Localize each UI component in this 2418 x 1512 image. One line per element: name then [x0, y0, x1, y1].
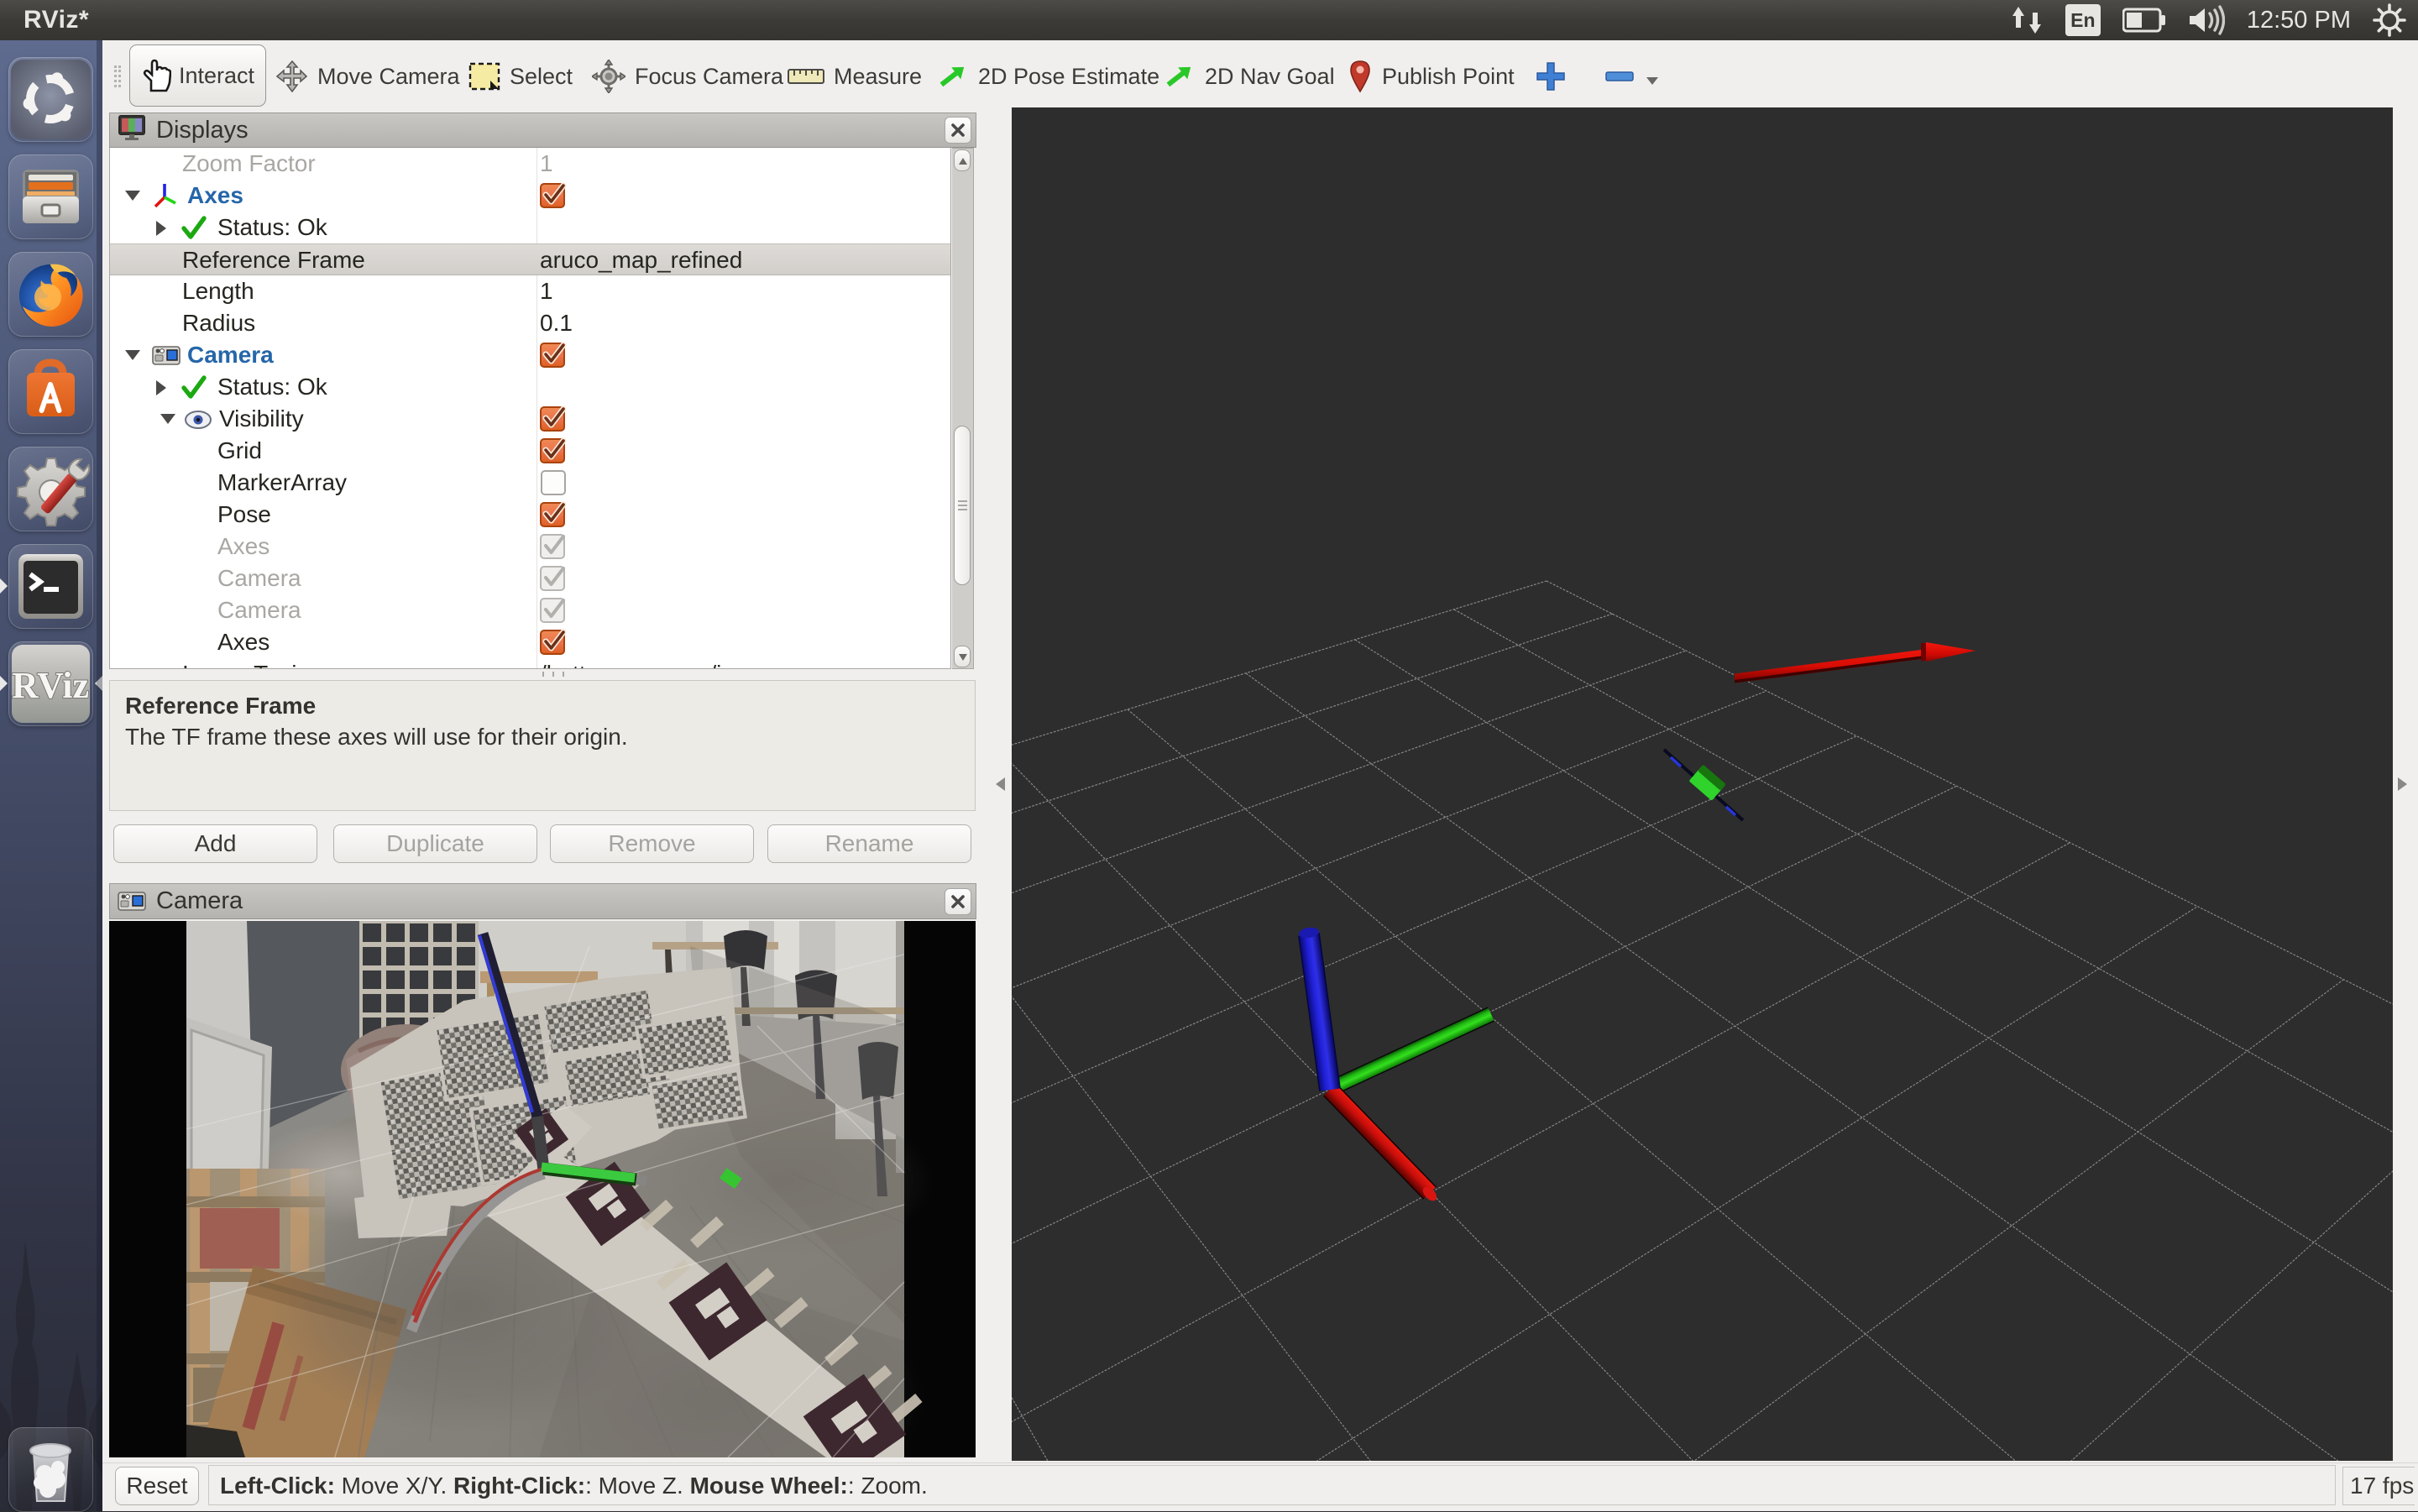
svg-text:RViz: RViz — [12, 665, 89, 706]
